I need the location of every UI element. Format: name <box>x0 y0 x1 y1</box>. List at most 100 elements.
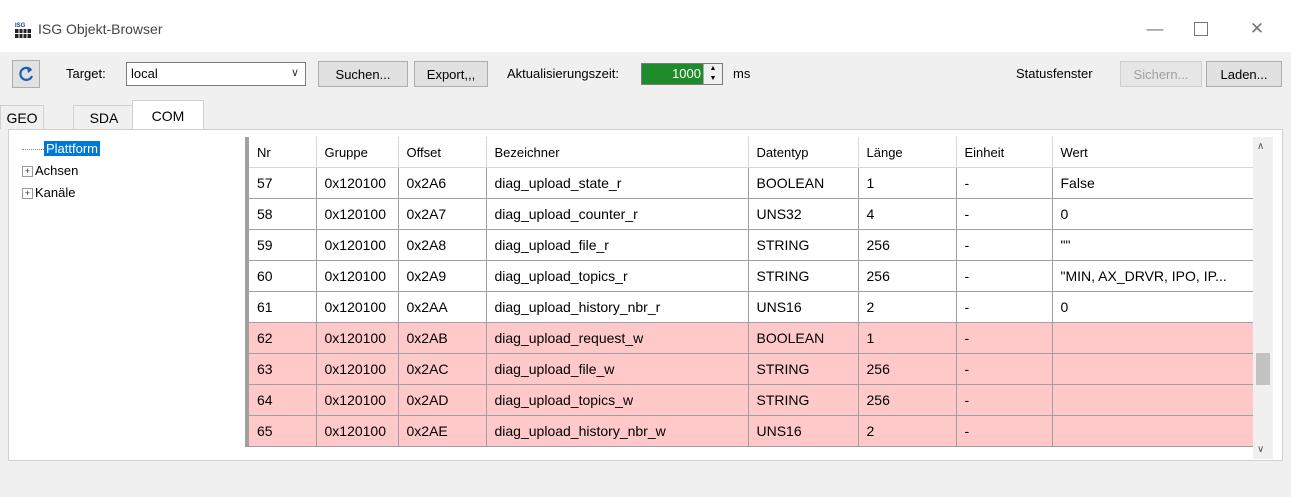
refresh-interval-value[interactable]: 1000 <box>642 64 704 84</box>
search-button[interactable]: Suchen... <box>318 61 408 87</box>
target-select[interactable]: local ∨ <box>126 62 306 86</box>
scroll-thumb[interactable] <box>1256 353 1270 385</box>
load-button[interactable]: Laden... <box>1206 61 1282 87</box>
target-label: Target: <box>66 66 106 81</box>
table-cell: UNS16 <box>748 415 859 447</box>
refresh-icon <box>19 66 34 81</box>
table-row[interactable]: 61 0x120100 0x2AA diag_upload_history_nbr_r… <box>249 291 1254 323</box>
column-header[interactable]: Wert <box>1052 137 1254 168</box>
table-cell: 0x120100 <box>316 291 399 323</box>
table-cell: - <box>956 291 1053 323</box>
table-row[interactable]: 65 0x120100 0x2AE diag_upload_history_nbr_w… <box>249 415 1254 447</box>
chevron-down-icon: ∨ <box>290 67 299 79</box>
scroll-up-icon[interactable]: ∧ <box>1257 141 1264 152</box>
table-cell: 59 <box>249 229 317 261</box>
column-header[interactable]: Datentyp <box>748 137 859 168</box>
table-cell: STRING <box>748 260 859 292</box>
target-value: local <box>131 66 158 81</box>
save-button[interactable]: Sichern... <box>1120 61 1202 87</box>
table-cell: 0x120100 <box>316 353 399 385</box>
table-cell: diag_upload_history_nbr_r <box>486 291 749 323</box>
table-row[interactable]: 63 0x120100 0x2AC diag_upload_file_w STRING 2… <box>249 353 1254 385</box>
window-title: ISG Objekt-Browser <box>38 21 163 37</box>
maximize-icon <box>1194 22 1208 36</box>
table-cell[interactable]: "" <box>1052 229 1254 261</box>
close-icon: ✕ <box>1249 19 1265 38</box>
table-row[interactable]: 64 0x120100 0x2AD diag_upload_topics_w STRIN… <box>249 384 1254 416</box>
table-cell: - <box>956 198 1053 230</box>
table-cell: 0x120100 <box>316 384 399 416</box>
table-cell: 0x2A9 <box>398 260 487 292</box>
table-cell: - <box>956 322 1053 354</box>
table-cell[interactable] <box>1052 353 1254 385</box>
data-grid: Nr Gruppe Offset Bezeichner Datentyp Länge Ein… <box>245 137 1254 447</box>
table-row[interactable]: 57 0x120100 0x2A6 diag_upload_state_r BOOLEA… <box>249 167 1254 199</box>
table-cell: 0x120100 <box>316 198 399 230</box>
tree-item-kanaele[interactable]: + Kanäle <box>22 185 75 200</box>
table-cell[interactable] <box>1052 322 1254 354</box>
column-header[interactable]: Gruppe <box>316 137 399 168</box>
tab-com[interactable]: COM <box>132 100 204 130</box>
tree-item-plattform[interactable]: Plattform <box>22 141 101 156</box>
table-cell: STRING <box>748 384 859 416</box>
table-cell: diag_upload_state_r <box>486 167 749 199</box>
table-cell: 0x2AB <box>398 322 487 354</box>
refresh-interval-stepper[interactable]: 1000 ▲ ▼ <box>641 63 723 85</box>
expand-icon[interactable]: + <box>22 188 33 200</box>
table-cell: 4 <box>858 198 957 230</box>
column-header[interactable]: Einheit <box>956 137 1053 168</box>
tree-item-achsen[interactable]: + Achsen <box>22 163 78 178</box>
table-cell[interactable]: 0 <box>1052 291 1254 323</box>
table-cell: diag_upload_file_r <box>486 229 749 261</box>
table-cell: 0x2AD <box>398 384 487 416</box>
table-cell: 0x120100 <box>316 260 399 292</box>
table-row[interactable]: 60 0x120100 0x2A9 diag_upload_topics_r STRIN… <box>249 260 1254 292</box>
column-header[interactable]: Länge <box>858 137 957 168</box>
table-cell[interactable]: 0 <box>1052 198 1254 230</box>
object-table: Nr Gruppe Offset Bezeichner Datentyp Länge Ein… <box>249 137 1254 447</box>
table-cell: 0x120100 <box>316 229 399 261</box>
title-bar: ISG ISG Objekt-Browser — ✕ <box>0 0 1291 52</box>
scroll-down-icon[interactable]: ∨ <box>1257 444 1264 455</box>
table-cell: 65 <box>249 415 317 447</box>
table-cell[interactable]: "MIN, AX_DRVR, IPO, IP... <box>1052 260 1254 292</box>
column-header[interactable]: Bezeichner <box>486 137 749 168</box>
app-icon: ISG <box>14 21 32 39</box>
export-button[interactable]: Export,,, <box>414 61 488 87</box>
svg-text:ISG: ISG <box>15 23 26 29</box>
minimize-button[interactable]: — <box>1132 14 1178 44</box>
table-cell: 57 <box>249 167 317 199</box>
table-cell[interactable] <box>1052 384 1254 416</box>
tab-geo[interactable]: GEO <box>0 105 44 129</box>
column-header[interactable]: Offset <box>398 137 487 168</box>
spin-down-icon[interactable]: ▼ <box>703 74 722 84</box>
tree-item-label: Achsen <box>35 163 79 178</box>
maximize-button[interactable] <box>1178 14 1224 44</box>
close-button[interactable]: ✕ <box>1234 14 1280 44</box>
refresh-button[interactable] <box>12 60 40 88</box>
table-row[interactable]: 62 0x120100 0x2AB diag_upload_request_w BOOL… <box>249 322 1254 354</box>
vertical-scrollbar[interactable]: ∧ ∨ <box>1253 137 1273 459</box>
table-cell[interactable]: False <box>1052 167 1254 199</box>
table-cell: 58 <box>249 198 317 230</box>
tab-sda[interactable]: SDA <box>73 105 135 129</box>
table-row[interactable]: 59 0x120100 0x2A8 diag_upload_file_r STRING 2… <box>249 229 1254 261</box>
table-cell: STRING <box>748 229 859 261</box>
expand-icon[interactable]: + <box>22 166 33 178</box>
table-cell[interactable] <box>1052 415 1254 447</box>
table-cell: 62 <box>249 322 317 354</box>
refresh-unit-label: ms <box>733 66 751 81</box>
spin-up-icon[interactable]: ▲ <box>703 64 722 74</box>
column-header[interactable]: Nr <box>249 137 317 168</box>
table-cell: 256 <box>858 260 957 292</box>
table-cell: diag_upload_file_w <box>486 353 749 385</box>
table-row[interactable]: 58 0x120100 0x2A7 diag_upload_counter_r UNS3… <box>249 198 1254 230</box>
table-cell: diag_upload_counter_r <box>486 198 749 230</box>
table-cell: 63 <box>249 353 317 385</box>
table-cell: 0x120100 <box>316 322 399 354</box>
status-window-label: Statusfenster <box>1016 66 1093 81</box>
table-cell: - <box>956 260 1053 292</box>
table-cell: BOOLEAN <box>748 322 859 354</box>
table-cell: diag_upload_topics_r <box>486 260 749 292</box>
table-cell: UNS16 <box>748 291 859 323</box>
